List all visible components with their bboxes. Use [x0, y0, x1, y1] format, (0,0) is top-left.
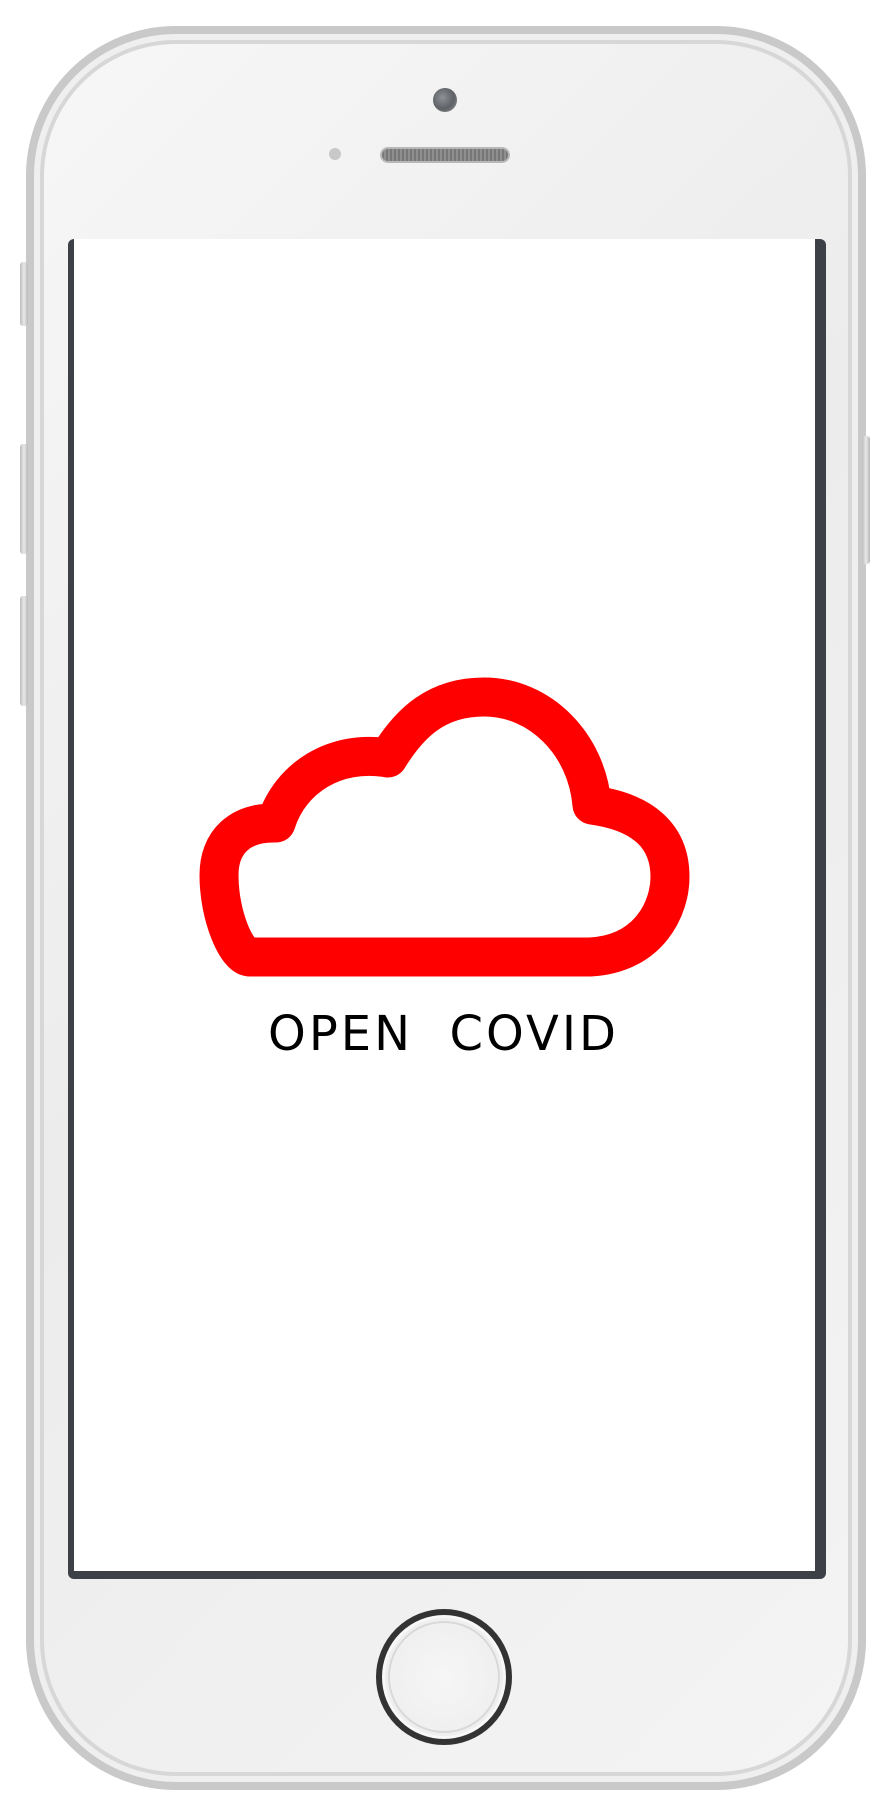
proximity-sensor [329, 148, 341, 160]
cloud-icon [199, 677, 690, 977]
home-button[interactable] [376, 1609, 512, 1745]
mute-switch [20, 262, 28, 326]
volume-down-button [20, 596, 28, 706]
home-button-ring [388, 1621, 500, 1733]
power-button [862, 436, 870, 564]
app-title: OPEN COVID [268, 1006, 619, 1062]
app-logo [180, 662, 692, 980]
volume-up-button [20, 444, 28, 554]
earpiece-speaker [380, 147, 510, 163]
front-camera [433, 88, 457, 112]
